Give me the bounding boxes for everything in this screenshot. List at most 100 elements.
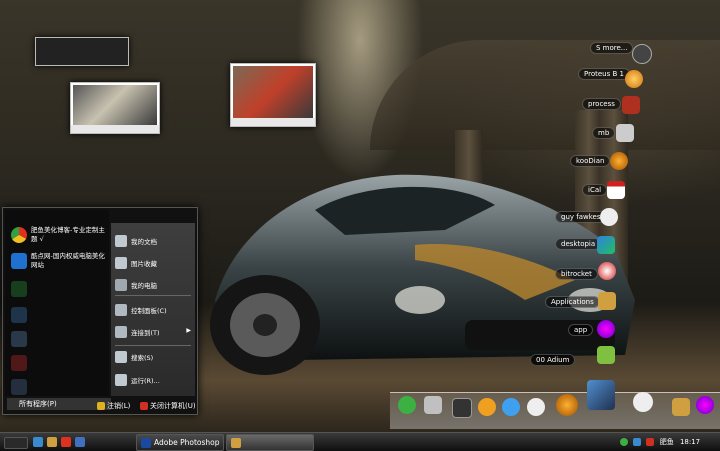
- clock-icon[interactable]: [527, 398, 545, 416]
- tools-icon[interactable]: [424, 396, 442, 414]
- app-icon[interactable]: [597, 346, 615, 364]
- menu-item-my-pictures[interactable]: 图片收藏: [115, 256, 193, 270]
- menu-item-label: 我的电脑: [131, 282, 157, 290]
- computer-icon: [115, 279, 127, 291]
- calendar-icon[interactable]: [607, 181, 625, 199]
- itunes-icon[interactable]: [696, 396, 714, 414]
- control-panel-icon: [115, 304, 127, 316]
- dock-label-bitrocket[interactable]: bitrocket: [555, 268, 598, 280]
- pinned-item-label: 肥鱼美化博客-专业定制主题 √: [31, 226, 105, 243]
- tray-text: 肥鱼: [659, 438, 674, 446]
- recent-program[interactable]: [9, 376, 107, 398]
- recent-program[interactable]: [9, 304, 107, 326]
- system-tray: 肥鱼 18:17: [620, 433, 720, 451]
- program-icon: [11, 331, 27, 347]
- dock-label-process[interactable]: process: [582, 98, 621, 110]
- dock-label-mb[interactable]: mb: [592, 127, 616, 139]
- desktop-icon[interactable]: [75, 437, 85, 447]
- itunes-icon[interactable]: [597, 320, 615, 338]
- menu-item-label: 我的文档: [131, 238, 157, 246]
- trophy-icon[interactable]: [478, 398, 496, 416]
- menu-item-label: 控制面板(C): [131, 307, 167, 315]
- window-thumbnail[interactable]: [230, 63, 316, 127]
- ie-icon[interactable]: [33, 437, 43, 447]
- qq-tray-icon[interactable]: [620, 438, 628, 446]
- pinned-item-koodian[interactable]: 酷点网-国内权威电脑美化网站: [9, 250, 107, 272]
- monkey-icon[interactable]: [610, 152, 628, 170]
- qq-icon[interactable]: [398, 396, 416, 414]
- power-icon: [140, 402, 148, 410]
- program-icon: [11, 307, 27, 323]
- task-photoshop[interactable]: Adobe Photoshop: [136, 434, 224, 451]
- task-folder[interactable]: [226, 434, 314, 451]
- dock-label-koodian[interactable]: kooDian: [570, 155, 611, 167]
- pinned-item-feiyu-blog[interactable]: 肥鱼美化博客-专业定制主题 √: [9, 224, 107, 246]
- menu-item-my-documents[interactable]: 我的文档: [115, 234, 193, 248]
- pinned-item-label: 酷点网-国内权威电脑美化网站: [31, 252, 105, 269]
- window-thumbnail[interactable]: [70, 82, 160, 134]
- mb-icon[interactable]: [616, 124, 634, 142]
- media-icon[interactable]: [61, 437, 71, 447]
- folder-icon[interactable]: [47, 437, 57, 447]
- monkey-icon[interactable]: [556, 394, 578, 416]
- taskbar: Adobe Photoshop 肥鱼 18:17: [0, 432, 720, 451]
- task-label: Adobe Photoshop: [154, 438, 220, 447]
- chrome-icon: [11, 227, 27, 243]
- menu-item-connect-to[interactable]: 连接到(T) ▶: [115, 325, 193, 339]
- menu-item-label: 连接到(T): [131, 329, 160, 337]
- menu-item-search[interactable]: 搜索(S): [115, 350, 193, 364]
- folder-icon: [231, 438, 241, 448]
- menu-item-label: 搜索(S): [131, 354, 154, 362]
- menu-item-my-computer[interactable]: 我的电脑: [115, 278, 193, 292]
- menu-item-label: 运行(R)...: [131, 377, 160, 385]
- dock-label-more[interactable]: S more...: [590, 42, 634, 54]
- recent-program[interactable]: [9, 352, 107, 374]
- shutdown-button[interactable]: 关闭计算机(U): [140, 400, 196, 412]
- mask-icon[interactable]: [633, 392, 653, 412]
- recent-program[interactable]: [9, 328, 107, 350]
- mask-icon[interactable]: [600, 208, 618, 226]
- window-thumbnail[interactable]: [35, 37, 129, 66]
- photoshop-icon: [141, 438, 151, 448]
- shutdown-label: 关闭计算机(U): [150, 402, 196, 410]
- dock-label-ical[interactable]: iCal: [582, 184, 608, 196]
- documents-icon: [115, 235, 127, 247]
- desktopia-icon[interactable]: [597, 236, 615, 254]
- stage-icon[interactable]: [452, 398, 472, 418]
- run-icon: [115, 374, 127, 386]
- start-menu: 肥鱼美化博客-专业定制主题 √ 酷点网-国内权威电脑美化网站 我的文档 图片收藏…: [2, 207, 198, 415]
- network-tray-icon[interactable]: [633, 438, 642, 446]
- arrow-icon[interactable]: [632, 44, 652, 64]
- rocket-icon[interactable]: [598, 262, 616, 280]
- program-icon: [11, 379, 27, 395]
- menu-separator: [115, 345, 191, 346]
- folder-icon[interactable]: [672, 398, 690, 416]
- network-icon: [115, 326, 127, 338]
- start-menu-right-pane: 我的文档 图片收藏 我的电脑 控制面板(C) 连接到(T) ▶ 搜索(S) 运行…: [111, 223, 195, 396]
- dock-label-desktopia[interactable]: desktopia: [555, 238, 602, 250]
- wallpaper-bridge: [370, 40, 720, 150]
- program-icon: [11, 281, 27, 297]
- recent-program[interactable]: [9, 278, 107, 300]
- dock-label-proteus[interactable]: Proteus B 1: [578, 68, 630, 80]
- dock-label-guy-fawkes[interactable]: guy fawkes: [555, 211, 607, 223]
- globe-icon[interactable]: [502, 398, 520, 416]
- wallpaper-sports-car: [210, 174, 635, 375]
- windows-logo-icon[interactable]: [587, 380, 615, 410]
- all-programs-button[interactable]: 所有程序(P): [7, 398, 111, 410]
- menu-item-control-panel[interactable]: 控制面板(C): [115, 303, 193, 317]
- dock-label-applications[interactable]: Applications: [545, 296, 600, 308]
- dock-label-adium[interactable]: 00 Adium: [530, 354, 576, 366]
- menu-item-run[interactable]: 运行(R)...: [115, 373, 193, 387]
- antivirus-tray-icon[interactable]: [646, 438, 655, 446]
- clock-time[interactable]: 18:17: [680, 438, 700, 446]
- logoff-button[interactable]: 注销(L): [97, 400, 130, 412]
- process-icon[interactable]: [622, 96, 640, 114]
- dock-label-app[interactable]: app: [568, 324, 594, 336]
- proteus-icon[interactable]: [625, 70, 643, 88]
- applications-icon[interactable]: [598, 292, 616, 310]
- start-button[interactable]: [4, 437, 28, 449]
- submenu-arrow-icon: ▶: [186, 327, 191, 334]
- ie-icon: [11, 253, 27, 269]
- logoff-icon: [97, 402, 105, 410]
